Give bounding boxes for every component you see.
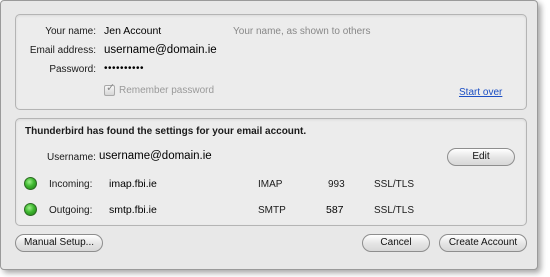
incoming-host: imap.fbi.ie	[109, 178, 157, 190]
checkmark-icon: ✓	[106, 82, 116, 94]
account-setup-dialog: Your name: Jen Account Your name, as sho…	[0, 0, 538, 270]
outgoing-port: 587	[326, 204, 344, 216]
cancel-button[interactable]: Cancel	[362, 234, 430, 252]
remember-password-label: Remember password	[119, 85, 215, 96]
name-hint: Your name, as shown to others	[233, 26, 371, 37]
username-label: Username:	[47, 152, 96, 163]
username-value: username@domain.ie	[99, 150, 212, 162]
password-field[interactable]: ••••••••••	[104, 63, 144, 74]
incoming-protocol: IMAP	[258, 179, 283, 190]
start-over-link[interactable]: Start over	[459, 87, 502, 98]
remember-password-checkbox[interactable]: ✓	[104, 82, 116, 96]
create-account-button[interactable]: Create Account	[439, 234, 527, 252]
settings-heading: Thunderbird has found the settings for y…	[25, 126, 307, 137]
email-label: Email address:	[29, 45, 96, 56]
outgoing-protocol: SMTP	[258, 205, 286, 216]
found-settings-panel: Thunderbird has found the settings for y…	[15, 118, 527, 226]
account-details-panel: Your name: Jen Account Your name, as sho…	[15, 14, 527, 110]
email-field[interactable]: username@domain.ie	[104, 44, 217, 56]
name-label: Your name:	[45, 26, 96, 37]
edit-button[interactable]: Edit	[447, 148, 515, 166]
password-label: Password:	[49, 64, 96, 75]
outgoing-label: Outgoing:	[49, 205, 93, 216]
green-status-icon	[24, 203, 37, 216]
outgoing-host: smtp.fbi.ie	[109, 204, 157, 216]
manual-setup-button[interactable]: Manual Setup...	[15, 234, 103, 252]
incoming-security: SSL/TLS	[374, 179, 415, 190]
incoming-port: 993	[328, 179, 345, 190]
green-status-icon	[24, 177, 37, 190]
outgoing-security: SSL/TLS	[374, 205, 415, 216]
name-field[interactable]: Jen Account	[104, 25, 161, 37]
incoming-label: Incoming:	[49, 179, 93, 190]
